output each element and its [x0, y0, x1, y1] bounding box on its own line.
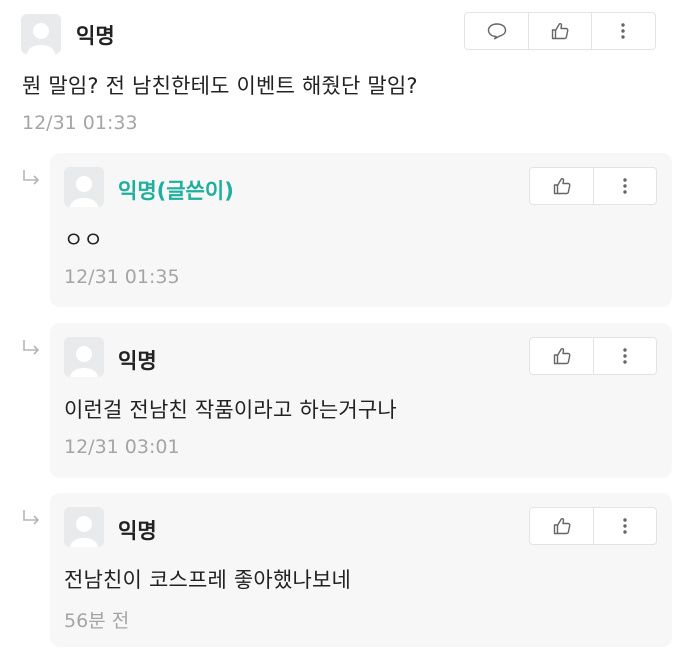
- reply-arrow-icon: [23, 170, 40, 185]
- comment-nickname[interactable]: 익명: [76, 20, 115, 50]
- reply-button[interactable]: [465, 13, 528, 49]
- vertical-dots-icon: [623, 178, 627, 194]
- reply-text: 이런걸 전남친 작품이라고 하는거구나: [64, 398, 397, 422]
- reply-arrow-icon: [23, 340, 40, 355]
- avatar[interactable]: [64, 337, 104, 377]
- thumbs-up-icon: [553, 348, 570, 365]
- reply-action-bar: [529, 167, 657, 205]
- reply-nickname[interactable]: 익명: [118, 345, 157, 375]
- like-button[interactable]: [530, 338, 593, 374]
- default-user-avatar-icon: [64, 337, 104, 377]
- vertical-dots-icon: [623, 348, 627, 364]
- more-button[interactable]: [591, 13, 654, 49]
- reply-arrow-icon: [23, 510, 40, 525]
- vertical-dots-icon: [623, 518, 627, 534]
- comment-text: 뭔 말임? 전 남친한테도 이벤트 해줬단 말임?: [22, 74, 418, 98]
- reply-nickname[interactable]: 익명(글쓴이): [118, 175, 234, 205]
- like-button[interactable]: [530, 168, 593, 204]
- reply-nickname[interactable]: 익명: [118, 515, 157, 545]
- comment-action-bar: [464, 12, 656, 50]
- reply-card: 익명 이런걸 전남친 작품이라고 하는거구나 12/31 03:01: [50, 323, 672, 478]
- thumbs-up-icon: [551, 23, 569, 40]
- more-button[interactable]: [593, 168, 656, 204]
- reply-time: 56분 전: [64, 610, 130, 632]
- thumbs-up-icon: [553, 518, 570, 535]
- reply-card: 익명(글쓴이) ㅇㅇ 12/31 01:35: [50, 153, 672, 307]
- speech-bubble-icon: [487, 23, 506, 40]
- vertical-dots-icon: [621, 23, 625, 39]
- thumbs-up-icon: [553, 178, 570, 195]
- more-button[interactable]: [593, 338, 656, 374]
- default-user-avatar-icon: [21, 14, 61, 54]
- reply-time: 12/31 03:01: [64, 436, 180, 458]
- avatar[interactable]: [64, 167, 104, 207]
- reply-time: 12/31 01:35: [64, 266, 180, 288]
- default-user-avatar-icon: [64, 167, 104, 207]
- reply-action-bar: [529, 337, 657, 375]
- like-button[interactable]: [528, 13, 591, 49]
- reply-text: ㅇㅇ: [64, 228, 104, 252]
- reply-text: 전남친이 코스프레 좋아했나보네: [64, 568, 352, 592]
- avatar[interactable]: [64, 507, 104, 547]
- reply-action-bar: [529, 507, 657, 545]
- reply-card: 익명 전남친이 코스프레 좋아했나보네 56분 전: [50, 493, 672, 647]
- more-button[interactable]: [593, 508, 656, 544]
- default-user-avatar-icon: [64, 507, 104, 547]
- like-button[interactable]: [530, 508, 593, 544]
- comment-time: 12/31 01:33: [22, 112, 138, 134]
- avatar[interactable]: [21, 14, 61, 54]
